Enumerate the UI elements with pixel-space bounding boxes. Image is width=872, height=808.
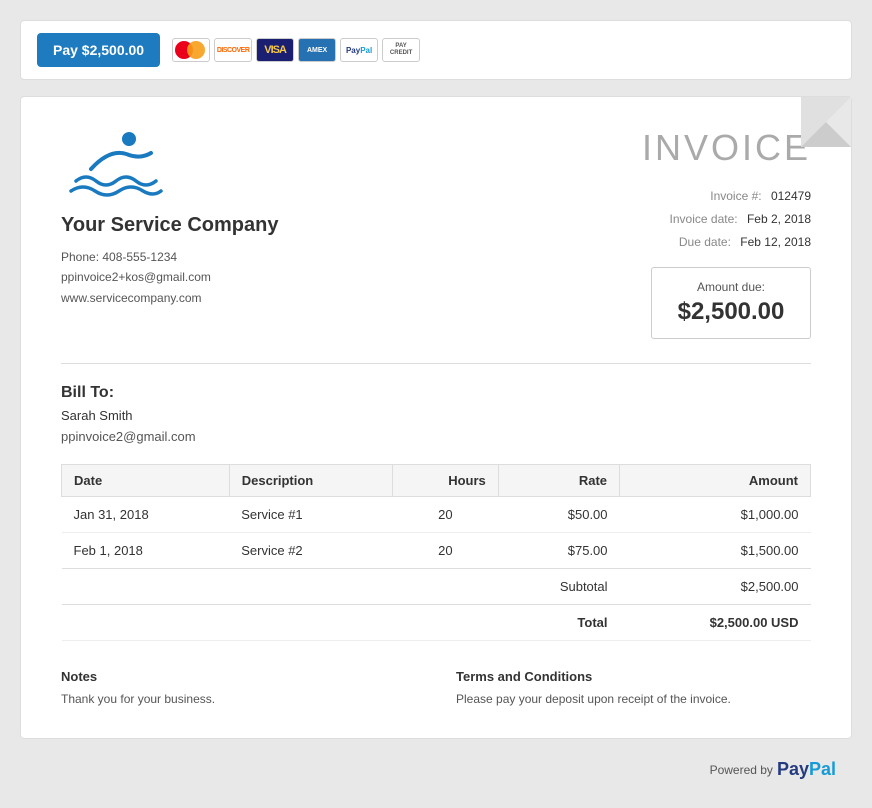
invoice-number-row: Invoice #: 012479 — [642, 185, 811, 208]
company-website: www.servicecompany.com — [61, 288, 642, 308]
table-row: Jan 31, 2018 Service #1 20 $50.00 $1,000… — [62, 497, 811, 533]
col-date: Date — [62, 465, 230, 497]
bill-to-label: Bill To: — [61, 384, 811, 402]
amount-due-value: $2,500.00 — [668, 298, 794, 326]
paypal-pal: Pal — [809, 759, 836, 779]
toolbar: Pay $2,500.00 DISCOVER VISA AMEX PayPal … — [20, 20, 852, 80]
subtotal-label: Subtotal — [498, 569, 619, 605]
amount-due-label: Amount due: — [668, 280, 794, 294]
row-hours: 20 — [392, 533, 498, 569]
row-date: Jan 31, 2018 — [62, 497, 230, 533]
company-contact: Phone: 408-555-1234 ppinvoice2+kos@gmail… — [61, 247, 642, 308]
terms-text: Please pay your deposit upon receipt of … — [456, 690, 811, 708]
invoice-date-row: Invoice date: Feb 2, 2018 — [642, 208, 811, 231]
col-description: Description — [229, 465, 392, 497]
total-value: $2,500.00 USD — [620, 605, 811, 641]
row-description: Service #2 — [229, 533, 392, 569]
due-date-value: Feb 12, 2018 — [740, 235, 811, 249]
bill-to-section: Bill To: Sarah Smith ppinvoice2@gmail.co… — [61, 384, 811, 444]
notes-text: Thank you for your business. — [61, 690, 416, 708]
terms-label: Terms and Conditions — [456, 669, 811, 684]
table-header-row: Date Description Hours Rate Amount — [62, 465, 811, 497]
col-hours: Hours — [392, 465, 498, 497]
total-row: Total $2,500.00 USD — [62, 605, 811, 641]
bill-to-email: ppinvoice2@gmail.com — [61, 429, 811, 444]
col-amount: Amount — [620, 465, 811, 497]
terms-section: Terms and Conditions Please pay your dep… — [456, 669, 811, 708]
notes-terms-section: Notes Thank you for your business. Terms… — [61, 665, 811, 708]
paypal-pay: Pay — [777, 759, 809, 779]
invoice-date-label: Invoice date: — [670, 212, 738, 226]
paypal-logo: PayPal — [777, 759, 836, 780]
company-email: ppinvoice2+kos@gmail.com — [61, 267, 642, 287]
total-label: Total — [498, 605, 619, 641]
company-info: Your Service Company Phone: 408-555-1234… — [61, 127, 642, 308]
subtotal-spacer — [62, 569, 499, 605]
mastercard-icon — [172, 38, 210, 62]
row-hours: 20 — [392, 497, 498, 533]
row-amount: $1,000.00 — [620, 497, 811, 533]
row-description: Service #1 — [229, 497, 392, 533]
header-divider — [61, 363, 811, 364]
row-rate: $50.00 — [498, 497, 619, 533]
discover-icon: DISCOVER — [214, 38, 252, 62]
amex-icon: AMEX — [298, 38, 336, 62]
bill-to-name: Sarah Smith — [61, 408, 811, 423]
payment-icons: DISCOVER VISA AMEX PayPal PAYCREDIT — [172, 38, 420, 62]
logo-svg — [61, 127, 171, 197]
subtotal-value: $2,500.00 — [620, 569, 811, 605]
invoice-meta-right: INVOICE Invoice #: 012479 Invoice date: … — [642, 127, 811, 339]
total-spacer — [62, 605, 499, 641]
visa-icon: VISA — [256, 38, 294, 62]
subtotal-row: Subtotal $2,500.00 — [62, 569, 811, 605]
invoice-date-value: Feb 2, 2018 — [747, 212, 811, 226]
company-phone: Phone: 408-555-1234 — [61, 247, 642, 267]
invoice-number-value: 012479 — [771, 189, 811, 203]
notes-section: Notes Thank you for your business. — [61, 669, 416, 708]
invoice-table: Date Description Hours Rate Amount Jan 3… — [61, 464, 811, 641]
due-date-row: Due date: Feb 12, 2018 — [642, 231, 811, 254]
invoice-title: INVOICE — [642, 127, 811, 169]
col-rate: Rate — [498, 465, 619, 497]
company-logo — [61, 127, 642, 200]
invoice-details: Invoice #: 012479 Invoice date: Feb 2, 2… — [642, 185, 811, 253]
pay-button[interactable]: Pay $2,500.00 — [37, 33, 160, 67]
invoice-number-label: Invoice #: — [710, 189, 761, 203]
powered-by-text: Powered by — [710, 763, 773, 777]
paypal-footer: Powered by PayPal — [20, 751, 852, 784]
credit-card-icon: PAYCREDIT — [382, 38, 420, 62]
notes-label: Notes — [61, 669, 416, 684]
invoice-header: Your Service Company Phone: 408-555-1234… — [61, 127, 811, 339]
due-date-label: Due date: — [679, 235, 731, 249]
company-name: Your Service Company — [61, 214, 642, 237]
table-row: Feb 1, 2018 Service #2 20 $75.00 $1,500.… — [62, 533, 811, 569]
row-rate: $75.00 — [498, 533, 619, 569]
paypal-card-icon: PayPal — [340, 38, 378, 62]
amount-due-box: Amount due: $2,500.00 — [651, 267, 811, 339]
row-amount: $1,500.00 — [620, 533, 811, 569]
fold-corner — [801, 97, 851, 147]
row-date: Feb 1, 2018 — [62, 533, 230, 569]
invoice-container: Your Service Company Phone: 408-555-1234… — [20, 96, 852, 739]
